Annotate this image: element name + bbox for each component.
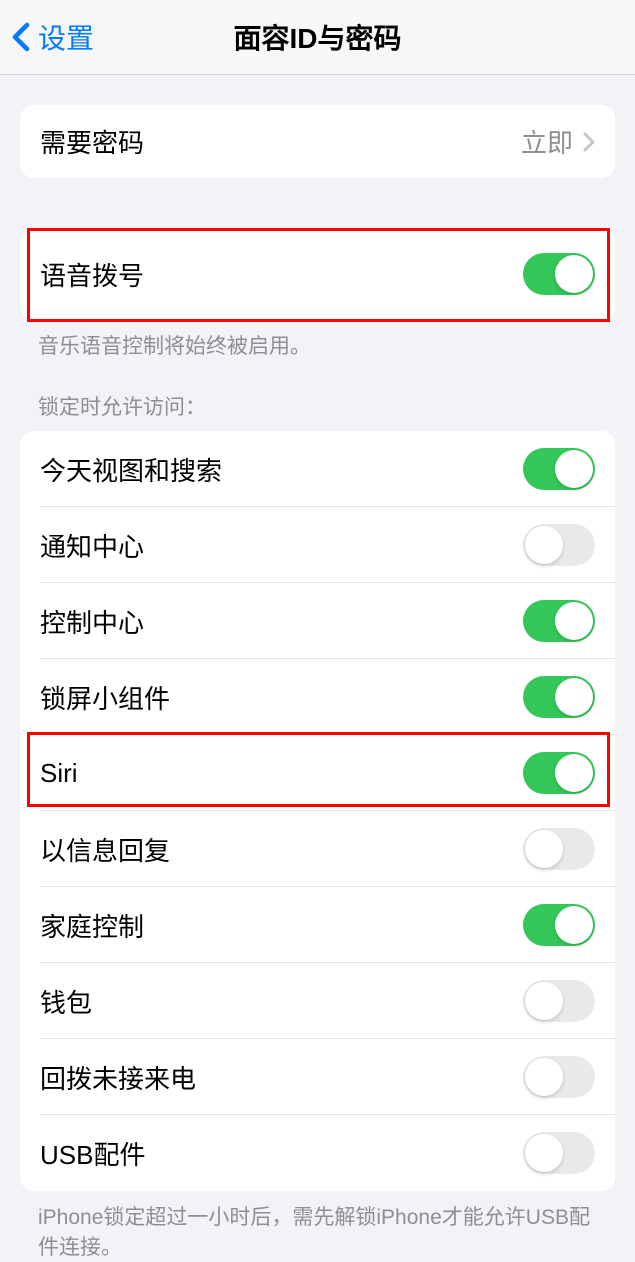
lock-access-toggle[interactable] <box>523 904 595 946</box>
lock-access-label: 回拨未接来电 <box>40 1059 196 1096</box>
lock-access-label: 通知中心 <box>40 527 144 564</box>
lock-access-label: 钱包 <box>40 983 92 1020</box>
require-passcode-cell[interactable]: 需要密码 立即 <box>20 105 615 178</box>
voice-dial-label: 语音拨号 <box>40 256 144 293</box>
lock-access-toggle[interactable] <box>523 600 595 642</box>
require-passcode-group: 需要密码 立即 <box>20 105 615 178</box>
voice-dial-toggle[interactable] <box>523 253 595 295</box>
lock-access-cell: 回拨未接来电 <box>20 1039 615 1115</box>
voice-dial-cell: 语音拨号 <box>20 228 615 320</box>
page-title: 面容ID与密码 <box>233 17 401 57</box>
voice-dial-group: 语音拨号 <box>20 228 615 320</box>
lock-access-label: 控制中心 <box>40 603 144 640</box>
lock-access-label: 以信息回复 <box>40 831 170 868</box>
lock-access-label: 家庭控制 <box>40 907 144 944</box>
lock-access-toggle[interactable] <box>523 752 595 794</box>
lock-access-toggle[interactable] <box>523 1056 595 1098</box>
lock-access-group: 今天视图和搜索通知中心控制中心锁屏小组件 Siri 以信息回复家庭控制钱包回拨未接来… <box>20 431 615 1191</box>
chevron-right-icon <box>583 132 595 152</box>
lock-access-footer: iPhone锁定超过一小时后，需先解锁iPhone才能允许USB配件连接。 <box>0 1191 635 1262</box>
lock-access-toggle[interactable] <box>523 524 595 566</box>
lock-access-label: Siri <box>40 758 78 789</box>
lock-access-label: USB配件 <box>40 1135 145 1172</box>
lock-access-cell: USB配件 <box>20 1115 615 1191</box>
back-button[interactable]: 设置 <box>0 17 94 57</box>
lock-access-cell: 今天视图和搜索 <box>20 431 615 507</box>
lock-access-cell: Siri <box>20 735 615 811</box>
lock-access-toggle[interactable] <box>523 828 595 870</box>
lock-access-cell: 锁屏小组件 <box>20 659 615 735</box>
lock-access-toggle[interactable] <box>523 980 595 1022</box>
lock-access-cell: 钱包 <box>20 963 615 1039</box>
lock-access-label: 今天视图和搜索 <box>40 451 222 488</box>
lock-access-toggle[interactable] <box>523 1132 595 1174</box>
lock-access-label: 锁屏小组件 <box>40 679 170 716</box>
voice-dial-footer: 音乐语音控制将始终被启用。 <box>0 320 635 361</box>
lock-access-toggle[interactable] <box>523 448 595 490</box>
back-label: 设置 <box>38 17 94 57</box>
navigation-bar: 设置 面容ID与密码 <box>0 0 635 75</box>
lock-access-cell: 家庭控制 <box>20 887 615 963</box>
lock-access-cell: 以信息回复 <box>20 811 615 887</box>
lock-access-header: 锁定时允许访问： <box>0 361 635 431</box>
require-passcode-label: 需要密码 <box>40 123 144 160</box>
lock-access-cell: 通知中心 <box>20 507 615 583</box>
chevron-left-icon <box>12 22 30 52</box>
lock-access-toggle[interactable] <box>523 676 595 718</box>
require-passcode-value: 立即 <box>521 123 573 160</box>
lock-access-cell: 控制中心 <box>20 583 615 659</box>
